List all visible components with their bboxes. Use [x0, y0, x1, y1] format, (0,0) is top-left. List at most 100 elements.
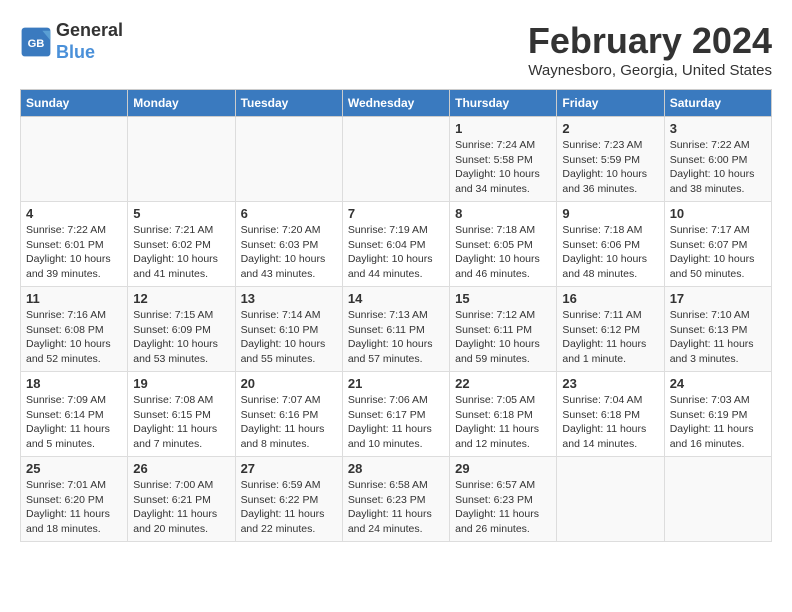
- calendar-cell: 12 Sunrise: 7:15 AMSunset: 6:09 PMDayligh…: [128, 287, 235, 372]
- calendar-cell: 24Sunrise: 7:03 AMSunset: 6:19 PMDayligh…: [664, 372, 771, 457]
- col-monday: Monday: [128, 90, 235, 117]
- calendar-cell: [21, 117, 128, 202]
- day-info: Sunrise: 7:08 AMSunset: 6:15 PMDaylight:…: [133, 393, 229, 452]
- day-info: Sunrise: 7:21 AMSunset: 6:02 PMDaylight:…: [133, 223, 229, 282]
- day-info: Sunrise: 7:10 AMSunset: 6:13 PMDaylight:…: [670, 308, 766, 367]
- day-number: 3: [670, 121, 766, 136]
- logo: GB GeneralBlue: [20, 20, 123, 63]
- calendar-cell: 21 Sunrise: 7:06 AMSunset: 6:17 PMDayligh…: [342, 372, 449, 457]
- day-number: 18: [26, 376, 122, 391]
- calendar-cell: 2Sunrise: 7:23 AMSunset: 5:59 PMDaylight…: [557, 117, 664, 202]
- header: GB GeneralBlue February 2024 Waynesboro,…: [20, 20, 772, 79]
- day-info: Sunrise: 7:18 AMSunset: 6:05 PMDaylight:…: [455, 223, 551, 282]
- day-number: 1: [455, 121, 551, 136]
- day-number: 23: [562, 376, 658, 391]
- calendar-cell: 14 Sunrise: 7:13 AMSunset: 6:11 PMDayligh…: [342, 287, 449, 372]
- calendar-cell: 19 Sunrise: 7:08 AMSunset: 6:15 PMDayligh…: [128, 372, 235, 457]
- day-info: Sunrise: 7:22 AMSunset: 6:01 PMDaylight:…: [26, 223, 122, 282]
- calendar-header: Sunday Monday Tuesday Wednesday Thursday…: [21, 90, 772, 117]
- day-info: Sunrise: 7:15 AMSunset: 6:09 PMDaylight:…: [133, 308, 229, 367]
- col-wednesday: Wednesday: [342, 90, 449, 117]
- day-number: 6: [241, 206, 337, 221]
- day-number: 28: [348, 461, 444, 476]
- calendar-cell: 22 Sunrise: 7:05 AMSunset: 6:18 PMDayligh…: [450, 372, 557, 457]
- day-number: 8: [455, 206, 551, 221]
- day-info: Sunrise: 7:00 AMSunset: 6:21 PMDaylight:…: [133, 478, 229, 537]
- calendar-week-3: 11 Sunrise: 7:16 AMSunset: 6:08 PMDayligh…: [21, 287, 772, 372]
- calendar-cell: 15Sunrise: 7:12 AMSunset: 6:11 PMDayligh…: [450, 287, 557, 372]
- calendar-cell: 3 Sunrise: 7:22 AMSunset: 6:00 PMDaylight…: [664, 117, 771, 202]
- calendar-cell: 29 Sunrise: 6:57 AMSunset: 6:23 PMDayligh…: [450, 457, 557, 542]
- day-number: 4: [26, 206, 122, 221]
- svg-text:GB: GB: [28, 37, 45, 49]
- col-friday: Friday: [557, 90, 664, 117]
- calendar-cell: 8 Sunrise: 7:18 AMSunset: 6:05 PMDaylight…: [450, 202, 557, 287]
- day-info: Sunrise: 7:18 AMSunset: 6:06 PMDaylight:…: [562, 223, 658, 282]
- calendar-table: Sunday Monday Tuesday Wednesday Thursday…: [20, 89, 772, 542]
- calendar-cell: 23Sunrise: 7:04 AMSunset: 6:18 PMDayligh…: [557, 372, 664, 457]
- page-title: February 2024: [528, 20, 772, 62]
- calendar-cell: 20 Sunrise: 7:07 AMSunset: 6:16 PMDayligh…: [235, 372, 342, 457]
- calendar-week-5: 25Sunrise: 7:01 AMSunset: 6:20 PMDayligh…: [21, 457, 772, 542]
- day-info: Sunrise: 6:57 AMSunset: 6:23 PMDaylight:…: [455, 478, 551, 537]
- day-info: Sunrise: 7:17 AMSunset: 6:07 PMDaylight:…: [670, 223, 766, 282]
- calendar-cell: 16Sunrise: 7:11 AMSunset: 6:12 PMDayligh…: [557, 287, 664, 372]
- calendar-cell: [128, 117, 235, 202]
- page-subtitle: Waynesboro, Georgia, United States: [528, 62, 772, 79]
- calendar-body: 1Sunrise: 7:24 AMSunset: 5:58 PMDaylight…: [21, 117, 772, 542]
- day-number: 13: [241, 291, 337, 306]
- day-number: 29: [455, 461, 551, 476]
- calendar-cell: 5Sunrise: 7:21 AMSunset: 6:02 PMDaylight…: [128, 202, 235, 287]
- logo-text: GeneralBlue: [56, 20, 123, 63]
- day-info: Sunrise: 6:58 AMSunset: 6:23 PMDaylight:…: [348, 478, 444, 537]
- calendar-week-1: 1Sunrise: 7:24 AMSunset: 5:58 PMDaylight…: [21, 117, 772, 202]
- calendar-week-2: 4 Sunrise: 7:22 AMSunset: 6:01 PMDaylight…: [21, 202, 772, 287]
- calendar-cell: 1Sunrise: 7:24 AMSunset: 5:58 PMDaylight…: [450, 117, 557, 202]
- logo-icon: GB: [20, 26, 52, 58]
- day-number: 21: [348, 376, 444, 391]
- calendar-cell: 28 Sunrise: 6:58 AMSunset: 6:23 PMDayligh…: [342, 457, 449, 542]
- day-info: Sunrise: 7:06 AMSunset: 6:17 PMDaylight:…: [348, 393, 444, 452]
- title-section: February 2024 Waynesboro, Georgia, Unite…: [528, 20, 772, 79]
- day-info: Sunrise: 7:23 AMSunset: 5:59 PMDaylight:…: [562, 138, 658, 197]
- day-number: 22: [455, 376, 551, 391]
- day-number: 14: [348, 291, 444, 306]
- day-number: 25: [26, 461, 122, 476]
- day-info: Sunrise: 6:59 AMSunset: 6:22 PMDaylight:…: [241, 478, 337, 537]
- calendar-cell: 11 Sunrise: 7:16 AMSunset: 6:08 PMDayligh…: [21, 287, 128, 372]
- calendar-cell: 25Sunrise: 7:01 AMSunset: 6:20 PMDayligh…: [21, 457, 128, 542]
- day-info: Sunrise: 7:05 AMSunset: 6:18 PMDaylight:…: [455, 393, 551, 452]
- col-sunday: Sunday: [21, 90, 128, 117]
- day-number: 17: [670, 291, 766, 306]
- calendar-cell: 18 Sunrise: 7:09 AMSunset: 6:14 PMDayligh…: [21, 372, 128, 457]
- day-info: Sunrise: 7:22 AMSunset: 6:00 PMDaylight:…: [670, 138, 766, 197]
- day-number: 26: [133, 461, 229, 476]
- day-number: 7: [348, 206, 444, 221]
- calendar-cell: 10 Sunrise: 7:17 AMSunset: 6:07 PMDayligh…: [664, 202, 771, 287]
- calendar-cell: 17 Sunrise: 7:10 AMSunset: 6:13 PMDayligh…: [664, 287, 771, 372]
- day-info: Sunrise: 7:14 AMSunset: 6:10 PMDaylight:…: [241, 308, 337, 367]
- col-tuesday: Tuesday: [235, 90, 342, 117]
- day-info: Sunrise: 7:16 AMSunset: 6:08 PMDaylight:…: [26, 308, 122, 367]
- day-number: 27: [241, 461, 337, 476]
- day-number: 12: [133, 291, 229, 306]
- day-info: Sunrise: 7:07 AMSunset: 6:16 PMDaylight:…: [241, 393, 337, 452]
- calendar-week-4: 18 Sunrise: 7:09 AMSunset: 6:14 PMDayligh…: [21, 372, 772, 457]
- calendar-cell: 7Sunrise: 7:19 AMSunset: 6:04 PMDaylight…: [342, 202, 449, 287]
- calendar-cell: 26 Sunrise: 7:00 AMSunset: 6:21 PMDayligh…: [128, 457, 235, 542]
- day-number: 20: [241, 376, 337, 391]
- day-info: Sunrise: 7:13 AMSunset: 6:11 PMDaylight:…: [348, 308, 444, 367]
- day-number: 10: [670, 206, 766, 221]
- calendar-cell: [664, 457, 771, 542]
- col-saturday: Saturday: [664, 90, 771, 117]
- calendar-cell: 9Sunrise: 7:18 AMSunset: 6:06 PMDaylight…: [557, 202, 664, 287]
- day-number: 19: [133, 376, 229, 391]
- calendar-cell: 6Sunrise: 7:20 AMSunset: 6:03 PMDaylight…: [235, 202, 342, 287]
- day-number: 15: [455, 291, 551, 306]
- day-info: Sunrise: 7:09 AMSunset: 6:14 PMDaylight:…: [26, 393, 122, 452]
- calendar-cell: 13 Sunrise: 7:14 AMSunset: 6:10 PMDayligh…: [235, 287, 342, 372]
- day-number: 11: [26, 291, 122, 306]
- day-number: 24: [670, 376, 766, 391]
- calendar-cell: [235, 117, 342, 202]
- header-row: Sunday Monday Tuesday Wednesday Thursday…: [21, 90, 772, 117]
